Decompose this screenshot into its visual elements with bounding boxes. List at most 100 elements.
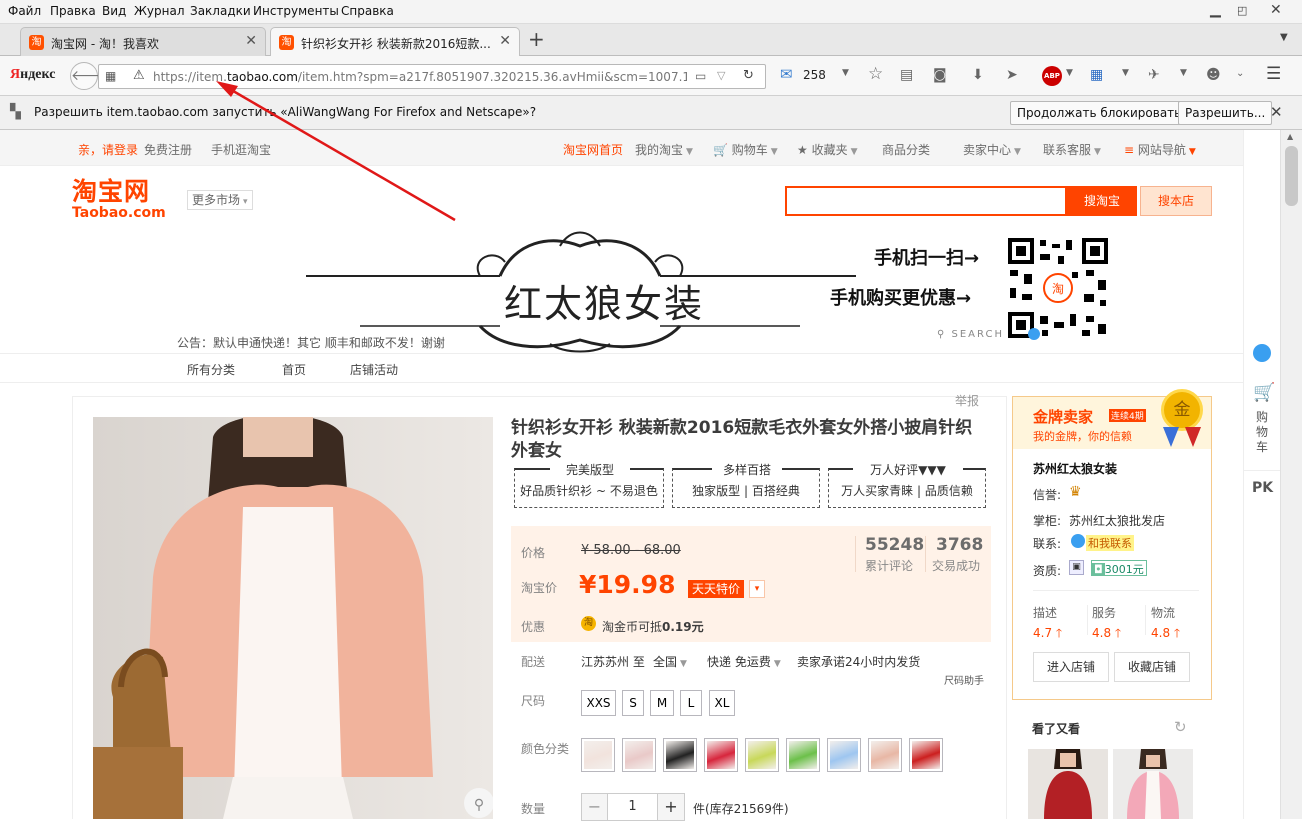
bookmarks-menu-icon[interactable]: ▤ <box>900 67 913 83</box>
quantity-input[interactable]: 1 <box>607 793 658 821</box>
color-swatch[interactable] <box>868 738 902 772</box>
shop-name[interactable]: 苏州红太狼女装 <box>1033 460 1117 477</box>
url-dropdown-icon[interactable]: ▽ <box>717 69 725 82</box>
close-tab-icon[interactable]: ✕ <box>499 33 511 49</box>
new-tab-icon[interactable]: + <box>528 27 545 51</box>
close-tab-icon[interactable]: ✕ <box>245 33 257 49</box>
right-cart-label[interactable]: 购物车 <box>1256 410 1270 455</box>
pocket-icon[interactable]: ◙ <box>933 67 947 83</box>
menu-bookmarks[interactable]: Закладки <box>190 4 251 18</box>
refresh-icon[interactable]: ↻ <box>1174 718 1187 736</box>
reviews-count[interactable]: 55248 <box>865 535 924 555</box>
quantity-increase-button[interactable]: + <box>657 793 685 821</box>
chat-dropdown-icon[interactable]: ⌄ <box>1236 68 1244 79</box>
enter-shop-button[interactable]: 进入店铺 <box>1033 652 1109 682</box>
url-bar[interactable]: ▦ ⚠ https://item.taobao.com/item.htm?spm… <box>98 64 766 89</box>
ship-to-dropdown[interactable]: 全国 ▼ <box>653 653 687 670</box>
scroll-up-icon[interactable]: ▲ <box>1287 132 1293 141</box>
mobile-taobao-link[interactable]: 手机逛淘宝 <box>211 141 271 158</box>
shop-nav-all-categories[interactable]: 所有分类 <box>187 361 235 378</box>
hamburger-menu-icon[interactable]: ☰ <box>1266 64 1281 84</box>
page-scrollbar[interactable]: ▲ <box>1280 130 1302 819</box>
color-swatch[interactable] <box>745 738 779 772</box>
cart-link[interactable]: 🛒 购物车 ▼ <box>713 141 778 158</box>
size-helper-link[interactable]: 尺码助手 <box>944 672 984 687</box>
taobao-home-link[interactable]: 淘宝网首页 <box>563 141 623 158</box>
quantity-decrease-button[interactable]: − <box>581 793 608 821</box>
yandex-logo[interactable]: Яндекс <box>10 67 55 83</box>
counter-value[interactable]: 苏州红太狼批发店 <box>1069 512 1165 529</box>
contact-me-button[interactable]: 和我联系 <box>1086 535 1134 551</box>
tab-list-icon[interactable]: ▼ <box>1280 32 1288 43</box>
customer-service-link[interactable]: 联系客服 ▼ <box>1043 141 1101 158</box>
sitemap-link[interactable]: ≡ 网站导航 ▼ <box>1124 141 1196 158</box>
taobao-logo[interactable]: 淘宝网 Taobao.com <box>72 178 166 221</box>
extension-icon[interactable]: ✈ <box>1148 67 1160 83</box>
color-swatch[interactable] <box>704 738 738 772</box>
color-swatch[interactable] <box>909 738 943 772</box>
wangwang-icon[interactable] <box>1253 344 1271 362</box>
tab-product[interactable]: 淘 针织衫女开衫 秋装新款2016短款... ✕ <box>270 27 520 57</box>
shop-nav-home[interactable]: 首页 <box>282 361 306 378</box>
menu-view[interactable]: Вид <box>102 4 126 18</box>
bookmark-star-icon[interactable]: ☆ <box>868 64 883 84</box>
scrollbar-thumb[interactable] <box>1285 146 1298 206</box>
menu-history[interactable]: Журнал <box>134 4 185 18</box>
adblock-plus-icon[interactable]: ABP <box>1042 66 1062 86</box>
size-option-xl[interactable]: XL <box>709 690 735 716</box>
login-link[interactable]: 亲，请登录 <box>78 141 138 158</box>
reader-view-icon[interactable]: ▭ <box>695 69 706 83</box>
extension-dropdown-icon[interactable]: ▼ <box>1180 68 1187 78</box>
special-dropdown-icon[interactable]: ▾ <box>749 580 765 598</box>
allow-button[interactable]: Разрешить... <box>1178 101 1273 125</box>
color-swatch[interactable] <box>622 738 656 772</box>
color-swatch[interactable] <box>581 738 615 772</box>
reload-icon[interactable]: ↻ <box>743 68 754 83</box>
my-taobao-link[interactable]: 我的淘宝 ▼ <box>635 141 693 158</box>
menu-file[interactable]: Файл <box>8 4 41 18</box>
shipping-dropdown[interactable]: 快递 免运费 ▼ <box>707 653 781 670</box>
favorites-link[interactable]: ★ 收藏夹 ▼ <box>797 141 858 158</box>
send-icon[interactable]: ➤ <box>1006 67 1018 83</box>
size-option-m[interactable]: M <box>650 690 674 716</box>
report-link[interactable]: 举报 <box>955 392 979 409</box>
register-link[interactable]: 免费注册 <box>144 141 192 158</box>
chat-icon[interactable]: ☻ <box>1206 67 1221 83</box>
also-viewed-item-1[interactable] <box>1028 749 1108 819</box>
close-window-icon[interactable]: ✕ <box>1270 2 1282 18</box>
mail-dropdown-icon[interactable]: ▼ <box>842 68 849 78</box>
menu-edit[interactable]: Правка <box>50 4 96 18</box>
page-info-icon[interactable]: ▦ <box>105 69 116 83</box>
download-icon[interactable]: ⬇ <box>972 67 984 83</box>
favorite-shop-button[interactable]: 收藏店铺 <box>1114 652 1190 682</box>
maximize-icon[interactable]: ◰ <box>1237 4 1247 17</box>
categories-link[interactable]: 商品分类 <box>882 141 930 158</box>
more-markets-dropdown[interactable]: 更多市场 ▾ <box>187 190 253 210</box>
also-viewed-item-2[interactable] <box>1113 749 1193 819</box>
close-notification-icon[interactable]: ✕ <box>1270 103 1283 121</box>
color-swatch[interactable] <box>663 738 697 772</box>
keep-blocking-button[interactable]: Продолжать блокировать <box>1010 101 1189 125</box>
size-option-l[interactable]: L <box>680 690 702 716</box>
pk-compare-button[interactable]: PK <box>1252 480 1273 496</box>
color-swatch[interactable] <box>827 738 861 772</box>
warning-icon[interactable]: ⚠ <box>133 68 145 83</box>
size-option-xxs[interactable]: XXS <box>581 690 616 716</box>
minimize-icon[interactable]: ▁ <box>1210 2 1221 18</box>
shop-nav-activities[interactable]: 店铺活动 <box>350 361 398 378</box>
mail-icon[interactable]: ✉ <box>780 65 793 83</box>
color-swatch[interactable] <box>786 738 820 772</box>
search-input[interactable] <box>785 186 1067 216</box>
adblock-dropdown-icon[interactable]: ▼ <box>1066 68 1073 78</box>
tab-taobao-home[interactable]: 淘 淘宝网 - 淘！我喜欢 ✕ <box>20 27 266 56</box>
product-image[interactable]: ⚲ <box>93 417 493 819</box>
search-store-button[interactable]: 搜本店 <box>1140 186 1212 216</box>
search-taobao-button[interactable]: 搜淘宝 <box>1067 186 1137 216</box>
menu-help[interactable]: Справка <box>341 4 394 18</box>
seller-center-link[interactable]: 卖家中心 ▼ <box>963 141 1021 158</box>
qr-dropdown-icon[interactable]: ▼ <box>1122 68 1129 78</box>
qr-grid-icon[interactable]: ▦ <box>1090 67 1103 83</box>
cart-icon[interactable]: 🛒 <box>1253 382 1275 403</box>
size-option-s[interactable]: S <box>622 690 644 716</box>
back-icon[interactable]: 🡐 <box>70 62 109 90</box>
